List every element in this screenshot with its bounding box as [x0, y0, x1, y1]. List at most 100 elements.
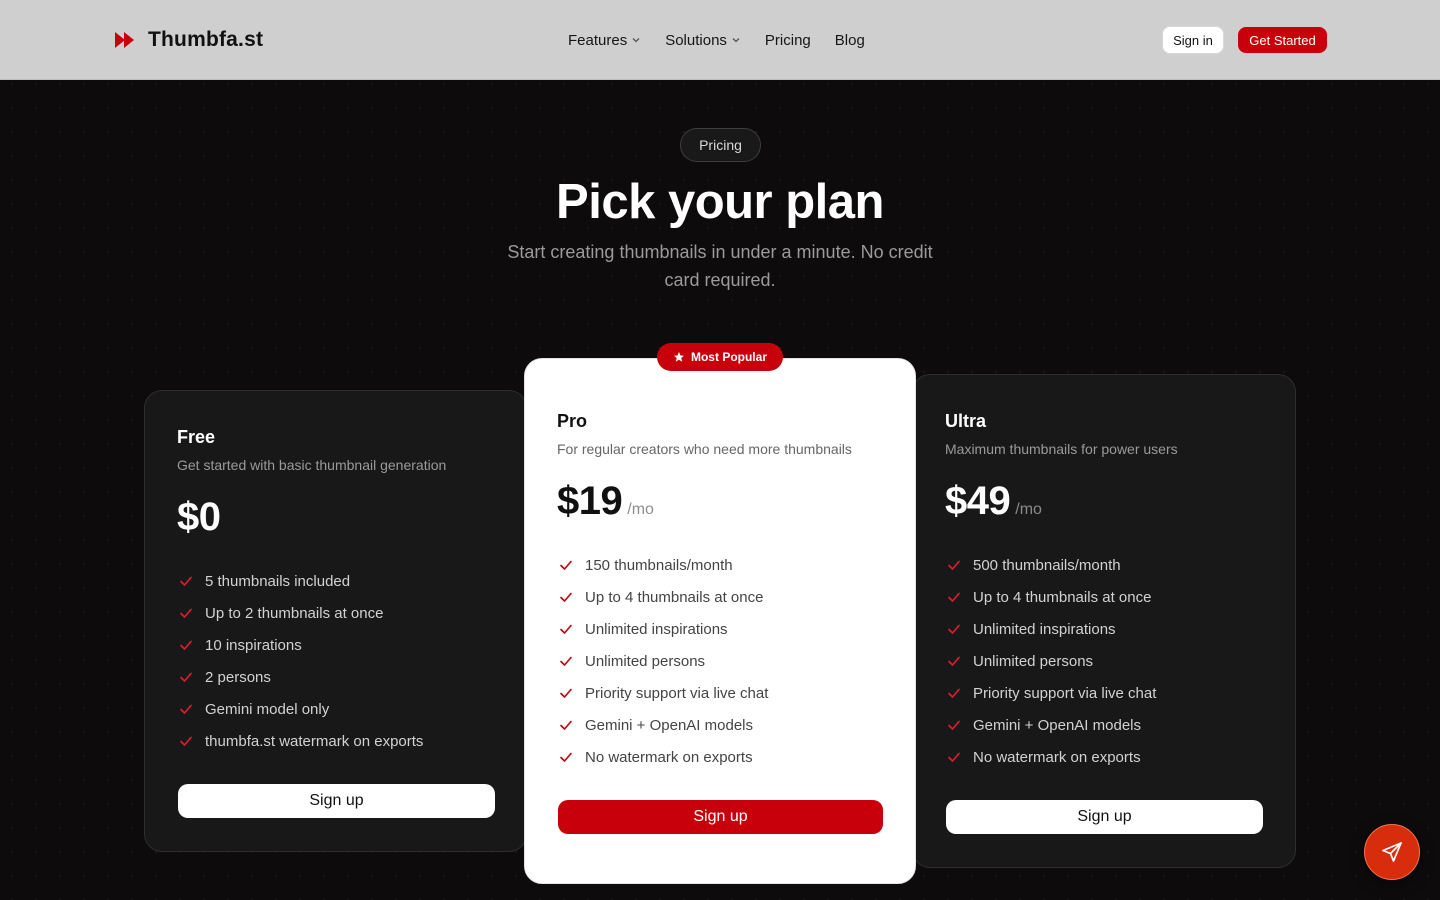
feature-item: 10 inspirations: [179, 629, 423, 661]
price-unit: /mo: [1015, 501, 1042, 518]
chevron-down-icon: [731, 35, 741, 45]
feature-item: Priority support via live chat: [559, 677, 768, 709]
check-icon: [947, 718, 961, 732]
badge-label: Most Popular: [690, 350, 767, 364]
check-icon: [947, 622, 961, 636]
feature-text: 2 persons: [205, 668, 271, 686]
feature-item: thumbfa.st watermark on exports: [179, 725, 423, 757]
check-icon: [559, 686, 573, 700]
check-icon: [179, 702, 193, 716]
feature-text: Priority support via live chat: [585, 684, 769, 702]
feature-item: 5 thumbnails included: [179, 565, 423, 597]
plan-description: Maximum thumbnails for power users: [945, 441, 1178, 457]
feature-text: Gemini + OpenAI models: [973, 716, 1141, 734]
nav-features[interactable]: Features: [568, 32, 641, 49]
feature-text: Unlimited inspirations: [973, 620, 1116, 638]
check-icon: [947, 750, 961, 764]
feature-text: No watermark on exports: [585, 748, 753, 766]
plan-card-ultra: Ultra Maximum thumbnails for power users…: [912, 374, 1296, 868]
plan-description: For regular creators who need more thumb…: [557, 441, 852, 457]
feature-text: Unlimited inspirations: [585, 620, 728, 638]
check-icon: [559, 750, 573, 764]
nav-blog-label: Blog: [834, 31, 865, 49]
check-icon: [179, 606, 193, 620]
plan-card-pro: Pro For regular creators who need more t…: [524, 358, 916, 884]
check-icon: [179, 670, 193, 684]
plan-name: Pro: [557, 411, 588, 431]
feature-text: Gemini + OpenAI models: [585, 716, 753, 734]
free-signup-button[interactable]: Sign up: [178, 784, 495, 818]
ultra-signup-button[interactable]: Sign up: [946, 800, 1263, 834]
plan-description: Get started with basic thumbnail generat…: [177, 457, 447, 473]
plan-price: $49 /mo: [945, 479, 1042, 524]
feature-item: Gemini + OpenAI models: [559, 709, 768, 741]
check-icon: [179, 638, 193, 652]
fast-forward-icon: [114, 28, 138, 52]
check-icon: [947, 590, 961, 604]
nav-pricing[interactable]: Pricing: [765, 32, 811, 49]
price-amount: $19: [557, 479, 623, 523]
feature-text: Up to 4 thumbnails at once: [973, 588, 1152, 606]
feature-item: Unlimited inspirations: [947, 613, 1156, 645]
nav-blog[interactable]: Blog: [835, 32, 865, 49]
feature-text: 5 thumbnails included: [205, 572, 351, 590]
get-started-button[interactable]: Get Started: [1238, 27, 1327, 53]
nav-pricing-label: Pricing: [764, 31, 811, 49]
nav-solutions[interactable]: Solutions: [665, 32, 741, 49]
feature-text: Gemini model only: [205, 700, 330, 718]
brand-name: Thumbfa.st: [148, 28, 264, 51]
feature-text: Unlimited persons: [585, 652, 706, 670]
send-icon: [1380, 840, 1404, 864]
feature-item: Unlimited persons: [947, 645, 1156, 677]
top-navbar: Thumbfa.st Features Solutions Pricing Bl…: [0, 0, 1440, 80]
nav-features-label: Features: [568, 31, 628, 49]
check-icon: [179, 574, 193, 588]
check-icon: [559, 718, 573, 732]
plan-card-free: Free Get started with basic thumbnail ge…: [144, 390, 527, 852]
check-icon: [559, 590, 573, 604]
check-icon: [559, 654, 573, 668]
brand-logo[interactable]: Thumbfa.st: [114, 28, 263, 52]
chevron-down-icon: [631, 35, 641, 45]
feature-item: 2 persons: [179, 661, 423, 693]
feature-text: thumbfa.st watermark on exports: [205, 732, 424, 750]
check-icon: [559, 622, 573, 636]
feature-text: 500 thumbnails/month: [973, 556, 1121, 574]
feature-text: No watermark on exports: [973, 748, 1141, 766]
feature-item: Unlimited persons: [559, 645, 768, 677]
star-icon: [673, 351, 685, 363]
page-title: Pick your plan: [556, 175, 884, 229]
check-icon: [179, 734, 193, 748]
price-unit: /mo: [627, 501, 654, 518]
most-popular-badge: Most Popular: [657, 343, 783, 371]
feature-item: Gemini model only: [179, 693, 423, 725]
nav-solutions-label: Solutions: [665, 31, 727, 49]
feature-item: Up to 4 thumbnails at once: [947, 581, 1156, 613]
plan-price: $0: [177, 495, 221, 540]
price-amount: $49: [945, 479, 1011, 523]
check-icon: [947, 654, 961, 668]
feature-item: Unlimited inspirations: [559, 613, 768, 645]
section-pill: Pricing: [680, 128, 761, 162]
feature-item: Priority support via live chat: [947, 677, 1156, 709]
check-icon: [559, 558, 573, 572]
feature-text: Up to 4 thumbnails at once: [585, 588, 764, 606]
chat-send-button[interactable]: [1364, 824, 1420, 880]
feature-text: Up to 2 thumbnails at once: [205, 604, 384, 622]
feature-list: 500 thumbnails/month Up to 4 thumbnails …: [947, 549, 1156, 773]
price-amount: $0: [177, 495, 221, 539]
feature-text: Priority support via live chat: [973, 684, 1157, 702]
main-nav: Features Solutions Pricing Blog: [568, 30, 889, 50]
check-icon: [947, 558, 961, 572]
feature-item: Gemini + OpenAI models: [947, 709, 1156, 741]
plan-name: Ultra: [945, 411, 987, 431]
pro-signup-button[interactable]: Sign up: [558, 800, 883, 834]
sign-in-button[interactable]: Sign in: [1162, 26, 1224, 54]
feature-item: 150 thumbnails/month: [559, 549, 768, 581]
feature-text: 10 inspirations: [205, 636, 302, 654]
feature-item: No watermark on exports: [559, 741, 768, 773]
page-subtitle: Start creating thumbnails in under a min…: [507, 242, 933, 290]
feature-item: Up to 2 thumbnails at once: [179, 597, 423, 629]
plan-name: Free: [177, 427, 216, 447]
feature-list: 5 thumbnails included Up to 2 thumbnails…: [179, 565, 423, 757]
